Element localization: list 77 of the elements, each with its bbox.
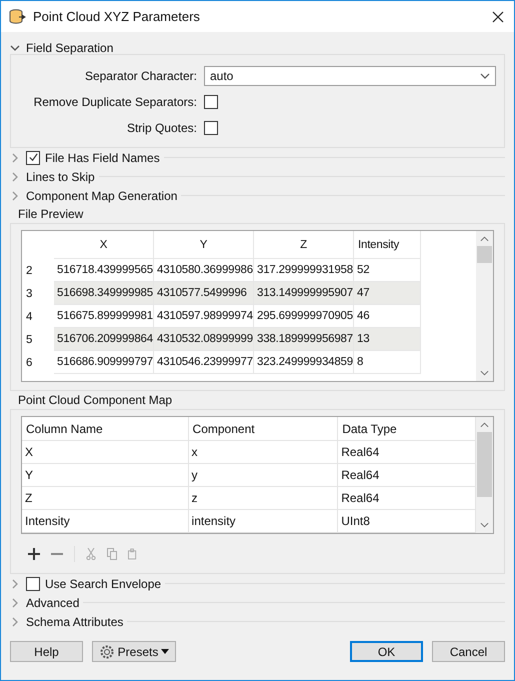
scrollbar[interactable] xyxy=(476,417,493,533)
table-cell: 338.189999956987 xyxy=(254,328,354,351)
table-cell: 13 xyxy=(354,328,421,351)
table-cell: 4310546.23999977 xyxy=(154,351,254,374)
section-header[interactable]: Schema Attributes xyxy=(26,614,128,628)
table-cell: 516706.209999864 xyxy=(54,328,154,351)
field-label: Strip Quotes: xyxy=(126,121,197,135)
scroll-up-icon[interactable] xyxy=(480,422,489,428)
checkbox[interactable] xyxy=(204,121,218,135)
table-cell: 516718.439999565 xyxy=(54,259,154,282)
chevron-right-icon[interactable] xyxy=(10,616,20,626)
caret-icon xyxy=(161,649,170,654)
table-cell: 4310580.36999986 xyxy=(154,259,254,282)
group-title: File Preview xyxy=(17,207,84,223)
chevron-down-icon xyxy=(480,71,490,81)
column-header: X xyxy=(54,231,154,259)
table-cell: 317.299999931958 xyxy=(254,259,354,282)
chevron-right-icon[interactable] xyxy=(10,152,20,162)
table-cell[interactable]: Z xyxy=(22,487,189,510)
group-title: Point Cloud Component Map xyxy=(17,393,174,409)
section-header[interactable]: Component Map Generation xyxy=(26,188,182,202)
column-header: Column Name xyxy=(22,417,189,441)
column-header: Intensity xyxy=(354,231,421,259)
chevron-right-icon[interactable] xyxy=(10,190,20,200)
column-header: Component xyxy=(188,417,338,441)
table-cell: 46 xyxy=(354,305,421,328)
section-header[interactable]: File Has Field Names xyxy=(45,150,164,164)
dialog-button[interactable]: OK xyxy=(350,641,423,662)
chevron-right-icon[interactable] xyxy=(10,172,20,182)
table-cell: 323.249999934859 xyxy=(254,351,354,374)
close-icon[interactable] xyxy=(492,10,504,22)
scroll-up-icon[interactable] xyxy=(480,236,489,242)
section-header[interactable]: Advanced xyxy=(26,596,84,610)
window-title: Point Cloud XYZ Parameters xyxy=(33,9,201,24)
column-header: Z xyxy=(254,231,354,259)
table-cell: 52 xyxy=(354,259,421,282)
scroll-thumb[interactable] xyxy=(477,246,492,263)
section-header[interactable]: Lines to Skip xyxy=(26,170,99,184)
table-cell: 313.149999995907 xyxy=(254,282,354,305)
table-cell: 8 xyxy=(354,351,421,374)
table-cell[interactable]: intensity xyxy=(188,510,338,533)
chevron-right-icon[interactable] xyxy=(10,598,20,608)
dialog-button[interactable]: Cancel xyxy=(432,641,505,662)
table-cell[interactable]: x xyxy=(188,441,338,464)
add-icon[interactable] xyxy=(28,548,40,560)
table-cell: 4310577.5499996 xyxy=(154,282,254,305)
table-cell[interactable]: X xyxy=(22,441,189,464)
database-export-icon xyxy=(9,8,27,24)
gear-icon xyxy=(98,644,115,660)
section-header[interactable]: Use Search Envelope xyxy=(45,576,166,590)
table-cell[interactable]: Intensity xyxy=(22,510,189,533)
checkbox[interactable] xyxy=(26,576,40,590)
column-header: Y xyxy=(154,231,254,259)
field-label: Remove Duplicate Separators: xyxy=(32,95,197,109)
section-header[interactable]: Field Separation xyxy=(26,41,118,55)
field-label: Separator Character: xyxy=(84,69,197,83)
scrollbar[interactable] xyxy=(476,231,493,381)
chevron-down-icon[interactable] xyxy=(10,43,20,53)
dialog-button[interactable]: Presets xyxy=(92,641,176,662)
chevron-right-icon[interactable] xyxy=(10,578,20,588)
table-cell: 47 xyxy=(354,282,421,305)
scroll-thumb[interactable] xyxy=(477,432,492,497)
separator-dropdown[interactable]: auto xyxy=(204,66,496,86)
table-cell[interactable]: y xyxy=(188,464,338,487)
table-cell: 516698.349999985 xyxy=(54,282,154,305)
table-cell: 516675.899999981 xyxy=(54,305,154,328)
scroll-down-icon[interactable] xyxy=(480,522,489,528)
table-cell: 4310597.98999974 xyxy=(154,305,254,328)
table-cell: 4310532.08999999 xyxy=(154,328,254,351)
dialog-button[interactable]: Help xyxy=(10,641,83,662)
checkbox[interactable] xyxy=(204,95,218,109)
scroll-down-icon[interactable] xyxy=(480,370,489,376)
checkbox[interactable] xyxy=(26,150,40,164)
table-cell: 295.699999970905 xyxy=(254,305,354,328)
table-cell[interactable]: Y xyxy=(22,464,189,487)
table-cell[interactable]: z xyxy=(188,487,338,510)
table-cell: 516686.909999797 xyxy=(54,351,154,374)
